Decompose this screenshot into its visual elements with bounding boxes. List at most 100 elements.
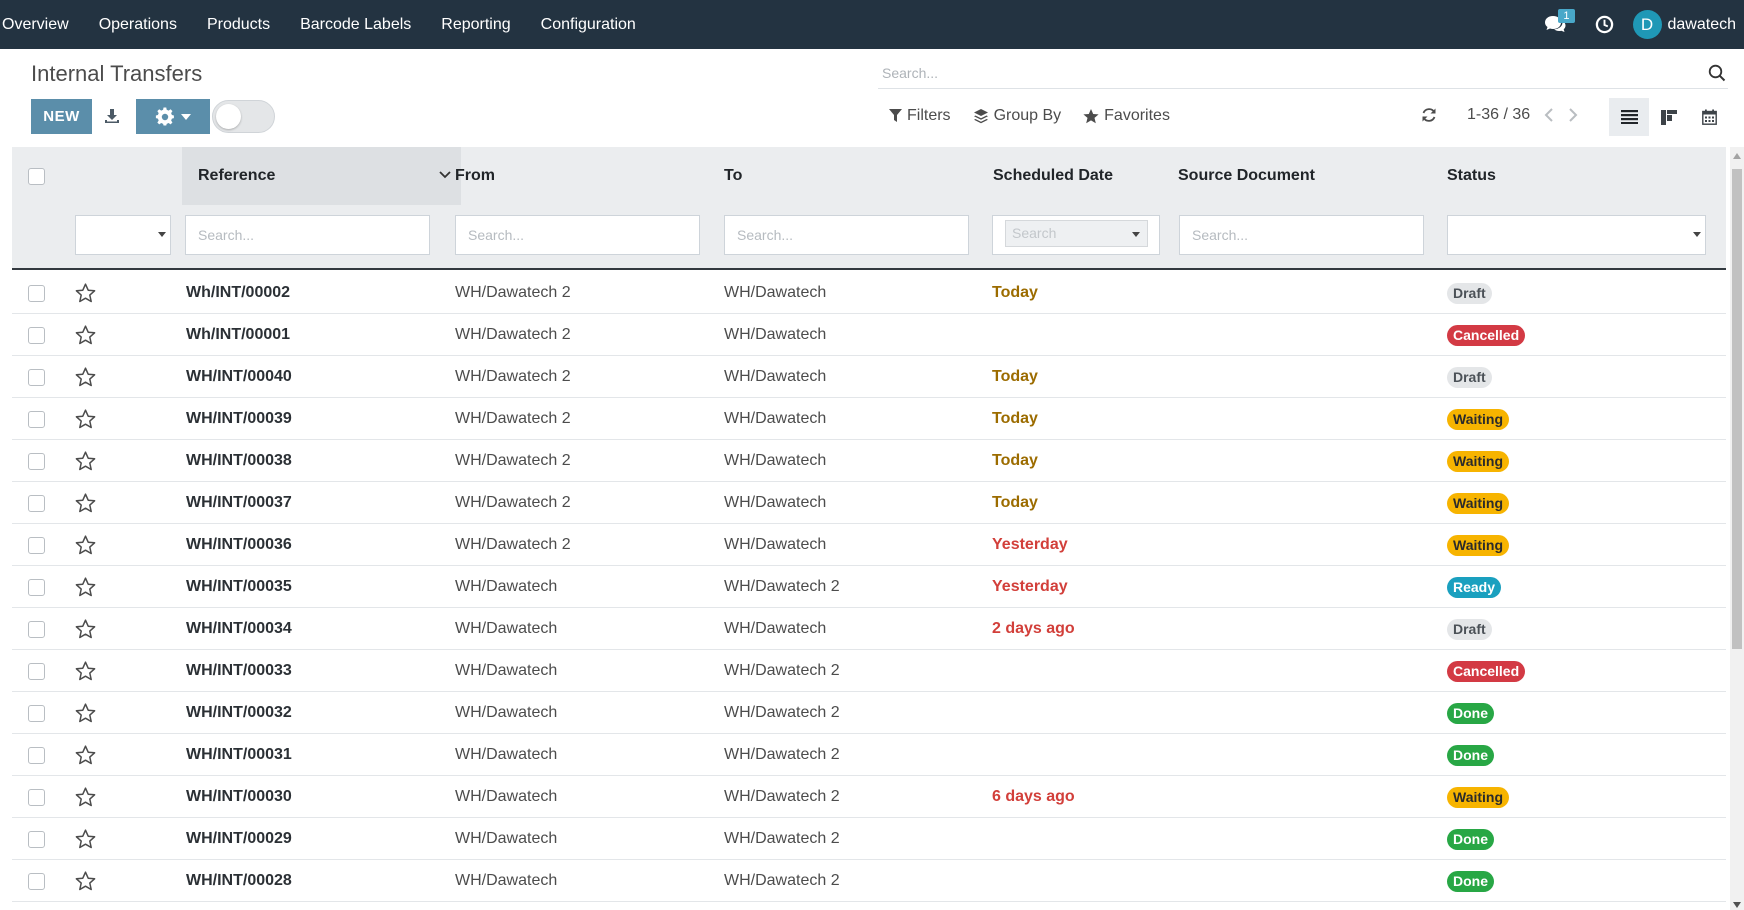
favorite-filter-select[interactable] (75, 215, 171, 255)
row-checkbox[interactable] (28, 620, 45, 638)
table-row[interactable]: WH/INT/00028 WH/Dawatech WH/Dawatech 2 Done (12, 860, 1726, 902)
table-row[interactable]: WH/INT/00033 WH/Dawatech WH/Dawatech 2 Canc… (12, 650, 1726, 692)
table-row[interactable]: WH/INT/00038 WH/Dawatech 2 WH/Dawatech Toda… (12, 440, 1726, 482)
table-row[interactable]: WH/INT/00035 WH/Dawatech WH/Dawatech 2 Yest… (12, 566, 1726, 608)
row-checkbox[interactable] (28, 704, 45, 722)
pager-value[interactable]: 1-36 / 36 (1467, 106, 1530, 124)
search-input[interactable] (878, 59, 1678, 87)
list-view-button[interactable] (1609, 98, 1649, 136)
menu-products[interactable]: Products (192, 0, 285, 49)
table-row[interactable]: Wh/INT/00001 WH/Dawatech 2 WH/Dawatech Canc… (12, 314, 1726, 356)
to-cell: WH/Dawatech (724, 368, 827, 385)
from-cell: WH/Dawatech (455, 578, 558, 595)
star-outline-icon[interactable] (75, 787, 96, 807)
row-checkbox[interactable] (28, 452, 45, 470)
calendar-view-button[interactable] (1689, 98, 1729, 136)
table-row[interactable]: WH/INT/00034 WH/Dawatech WH/Dawatech 2 days… (12, 608, 1726, 650)
star-outline-icon[interactable] (75, 829, 96, 849)
filters-button[interactable]: Filters (889, 107, 951, 125)
row-checkbox[interactable] (28, 746, 45, 764)
source-document-filter-input[interactable] (1179, 215, 1424, 255)
status-filter-select[interactable] (1447, 215, 1706, 255)
column-header-reference[interactable]: Reference (182, 147, 461, 205)
reference-cell: WH/INT/00028 (186, 872, 292, 889)
view-toggle-switch[interactable] (212, 100, 275, 133)
menu-barcode-labels[interactable]: Barcode Labels (285, 0, 426, 49)
filters-label: Filters (907, 107, 951, 124)
activity-button[interactable] (1591, 0, 1619, 49)
menu-reporting[interactable]: Reporting (426, 0, 525, 49)
table-row[interactable]: WH/INT/00030 WH/Dawatech WH/Dawatech 2 6 da… (12, 776, 1726, 818)
page-title[interactable]: Internal Transfers (31, 61, 202, 87)
menu-configuration[interactable]: Configuration (526, 0, 651, 49)
row-checkbox[interactable] (28, 872, 45, 890)
status-cell: Done (1447, 734, 1494, 776)
chevron-left-icon[interactable] (1544, 107, 1554, 123)
scheduled-date-filter-box: Search (992, 215, 1160, 255)
refresh-icon[interactable] (1421, 107, 1437, 123)
select-all-checkbox[interactable] (28, 167, 45, 185)
row-checkbox[interactable] (28, 368, 45, 386)
star-outline-icon[interactable] (75, 871, 96, 891)
row-checkbox[interactable] (28, 662, 45, 680)
table-row[interactable]: WH/INT/00036 WH/Dawatech 2 WH/Dawatech Yest… (12, 524, 1726, 566)
table-row[interactable]: WH/INT/00037 WH/Dawatech 2 WH/Dawatech Toda… (12, 482, 1726, 524)
group-by-button[interactable]: Group By (973, 107, 1061, 125)
row-checkbox[interactable] (28, 578, 45, 596)
star-outline-icon[interactable] (75, 325, 96, 345)
star-outline-icon[interactable] (75, 451, 96, 471)
favorite-cell (75, 482, 96, 524)
table-row[interactable]: WH/INT/00039 WH/Dawatech 2 WH/Dawatech Toda… (12, 398, 1726, 440)
menu-overview[interactable]: Overview (0, 0, 84, 49)
table-row[interactable]: WH/INT/00032 WH/Dawatech WH/Dawatech 2 Done (12, 692, 1726, 734)
menu-operations[interactable]: Operations (84, 0, 192, 49)
row-checkbox[interactable] (28, 788, 45, 806)
table-row[interactable]: Wh/INT/00002 WH/Dawatech 2 WH/Dawatech Toda… (12, 272, 1726, 314)
row-checkbox[interactable] (28, 536, 45, 554)
star-outline-icon[interactable] (75, 535, 96, 555)
column-header-scheduled-date[interactable]: Scheduled Date (993, 147, 1173, 205)
from-filter-input[interactable] (455, 215, 700, 255)
scroll-thumb[interactable] (1732, 169, 1742, 649)
table-row[interactable]: WH/INT/00029 WH/Dawatech WH/Dawatech 2 Done (12, 818, 1726, 860)
row-checkbox[interactable] (28, 830, 45, 848)
column-header-status[interactable]: Status (1447, 147, 1647, 205)
table-row[interactable]: WH/INT/00040 WH/Dawatech 2 WH/Dawatech Toda… (12, 356, 1726, 398)
transfers-table: Reference From To Scheduled Date Source … (12, 147, 1726, 910)
column-header-to[interactable]: To (724, 147, 984, 205)
star-outline-icon[interactable] (75, 619, 96, 639)
row-checkbox-cell (28, 566, 45, 608)
star-outline-icon[interactable] (75, 703, 96, 723)
star-outline-icon[interactable] (75, 283, 96, 303)
chevron-right-icon[interactable] (1568, 107, 1578, 123)
user-avatar[interactable]: D (1632, 10, 1662, 39)
export-button[interactable] (101, 104, 123, 128)
scroll-down-arrow[interactable] (1733, 902, 1741, 908)
scheduled-date-cell: Today (992, 452, 1038, 469)
reference-filter-input[interactable] (185, 215, 430, 255)
actions-dropdown-button[interactable] (136, 99, 210, 134)
messaging-button[interactable]: 1 (1535, 0, 1575, 49)
row-checkbox[interactable] (28, 410, 45, 428)
column-header-from[interactable]: From (455, 147, 715, 205)
star-outline-icon[interactable] (75, 367, 96, 387)
to-filter-input[interactable] (724, 215, 969, 255)
search-icon[interactable] (1708, 64, 1726, 82)
star-outline-icon[interactable] (75, 409, 96, 429)
star-outline-icon[interactable] (75, 493, 96, 513)
row-checkbox[interactable] (28, 494, 45, 512)
table-row[interactable]: WH/INT/00031 WH/Dawatech WH/Dawatech 2 Done (12, 734, 1726, 776)
favorites-button[interactable]: Favorites (1083, 107, 1170, 125)
scroll-up-arrow[interactable] (1733, 153, 1741, 159)
table-scrollbar[interactable] (1730, 147, 1744, 910)
row-checkbox[interactable] (28, 284, 45, 302)
user-name[interactable]: dawatech (1668, 16, 1737, 34)
row-checkbox[interactable] (28, 326, 45, 344)
star-outline-icon[interactable] (75, 745, 96, 765)
new-button[interactable]: NEW (31, 99, 92, 134)
star-outline-icon[interactable] (75, 661, 96, 681)
scheduled-date-filter-select[interactable]: Search (1005, 220, 1148, 247)
star-outline-icon[interactable] (75, 577, 96, 597)
kanban-view-button[interactable] (1649, 98, 1689, 136)
column-header-source-document[interactable]: Source Document (1178, 147, 1438, 205)
